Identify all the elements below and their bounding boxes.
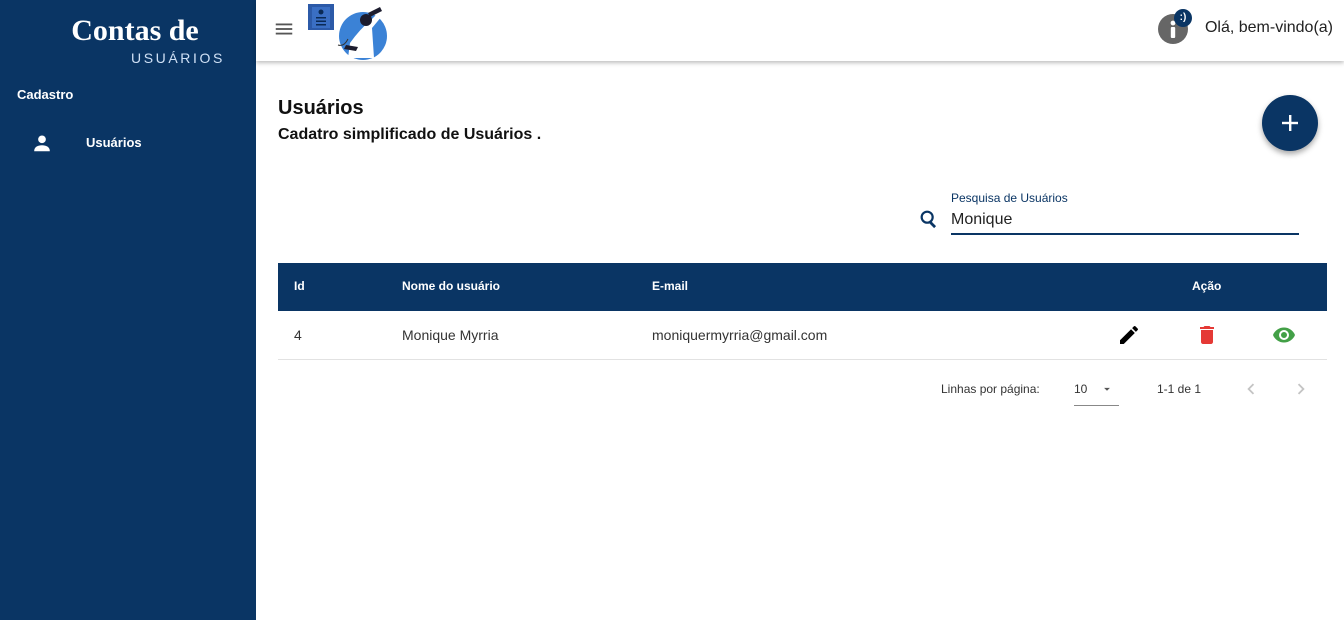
notification-badge: :): [1174, 9, 1192, 27]
view-icon[interactable]: [1272, 323, 1296, 347]
next-page-icon[interactable]: [1290, 378, 1312, 400]
rows-per-page-label: Linhas por página:: [941, 382, 1040, 396]
pagination-range: 1-1 de 1: [1157, 382, 1202, 396]
sidebar-item-label: Usuários: [86, 135, 142, 150]
edit-icon[interactable]: [1117, 323, 1141, 347]
add-user-button[interactable]: [1262, 95, 1318, 151]
column-header-action: Ação: [1192, 279, 1222, 293]
top-app-bar: :) Olá, bem-vindo(a): [256, 0, 1344, 61]
cell-email: moniquermyrria@gmail.com: [652, 327, 828, 343]
chevron-down-icon: [1104, 387, 1110, 391]
table-row: 4 Monique Myrria moniquermyrria@gmail.co…: [278, 311, 1327, 360]
delete-icon[interactable]: [1195, 323, 1219, 347]
search-label: Pesquisa de Usuários: [951, 191, 1068, 205]
info-badge[interactable]: :): [1158, 9, 1192, 46]
previous-page-icon[interactable]: [1240, 378, 1262, 400]
greeting-text: Olá, bem-vindo(a): [1204, 19, 1333, 36]
menu-icon[interactable]: [273, 18, 295, 40]
sidebar: Contas de USUÁRIOS Cadastro Usuários: [0, 0, 256, 620]
cell-name: Monique Myrria: [402, 327, 499, 343]
user-avatar-illustration: [308, 4, 387, 60]
pagination: Linhas por página: 10 1-1 de 1: [278, 372, 1327, 412]
page-title: Usuários: [278, 97, 364, 119]
users-table: Id Nome do usuário E-mail Ação 4 Monique…: [278, 263, 1327, 360]
search-input[interactable]: [951, 207, 1299, 235]
rows-per-page-value: 10: [1074, 382, 1088, 396]
person-icon: [34, 135, 50, 152]
cell-id: 4: [294, 327, 302, 343]
column-header-email: E-mail: [652, 279, 689, 293]
search-icon: [920, 210, 937, 229]
sidebar-section-label: Cadastro: [17, 87, 74, 102]
column-header-name: Nome do usuário: [402, 279, 501, 293]
page-subtitle: Cadatro simplificado de Usuários .: [278, 126, 542, 143]
sidebar-item-usuarios[interactable]: Usuários: [0, 124, 256, 162]
table-header: Id Nome do usuário E-mail Ação: [278, 263, 1327, 311]
brand-title: Contas de: [71, 14, 199, 47]
column-header-id: Id: [294, 279, 305, 293]
brand-subtitle: USUÁRIOS: [131, 50, 225, 66]
plus-icon: [1282, 115, 1298, 131]
rows-per-page-select[interactable]: 10: [1074, 372, 1119, 406]
